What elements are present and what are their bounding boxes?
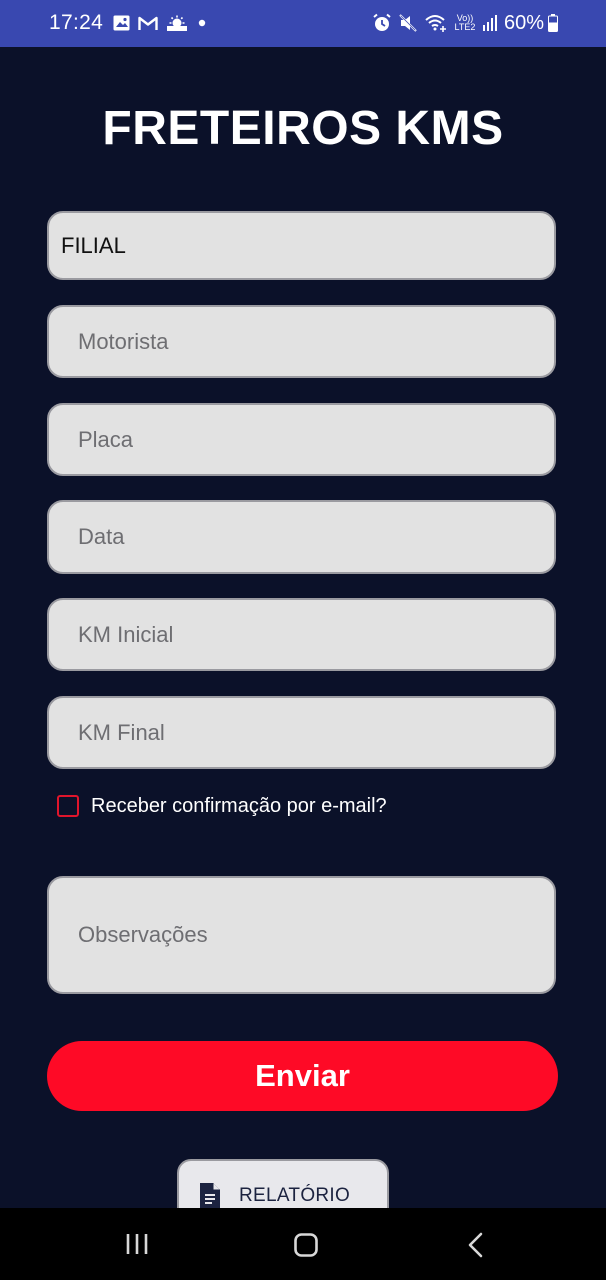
home-icon[interactable] bbox=[293, 1232, 319, 1258]
status-left-icons bbox=[113, 13, 208, 33]
observacoes-textarea[interactable]: Observações bbox=[47, 876, 556, 994]
send-button-label: Enviar bbox=[255, 1058, 350, 1093]
km-final-placeholder: KM Final bbox=[78, 719, 165, 745]
km-inicial-placeholder: KM Inicial bbox=[78, 621, 174, 647]
app-title: FRETEIROS KMS bbox=[102, 102, 504, 155]
km-final-input[interactable]: KM Final bbox=[47, 696, 556, 769]
observacoes-placeholder: Observações bbox=[78, 922, 208, 947]
battery-icon bbox=[548, 14, 558, 32]
placa-placeholder: Placa bbox=[78, 426, 134, 452]
filial-value: FILIAL bbox=[61, 232, 126, 258]
status-bar: 17:24 Vo)) LTE2 60% bbox=[0, 0, 606, 47]
email-confirm-checkbox[interactable] bbox=[57, 795, 79, 817]
status-right-icons: Vo)) LTE2 60% bbox=[372, 12, 558, 34]
weather-icon bbox=[167, 15, 187, 31]
data-placeholder: Data bbox=[78, 524, 125, 549]
notification-dot-icon bbox=[198, 19, 206, 27]
volte-icon: Vo)) LTE2 bbox=[454, 13, 476, 32]
battery-percentage: 60% bbox=[503, 11, 544, 34]
status-time: 17:24 bbox=[49, 11, 104, 34]
navigation-bar bbox=[0, 1208, 606, 1280]
filial-select[interactable]: FILIAL bbox=[47, 211, 556, 280]
recent-apps-icon[interactable] bbox=[125, 1232, 149, 1256]
mute-icon bbox=[399, 14, 417, 32]
motorista-placeholder: Motorista bbox=[78, 328, 169, 354]
wifi-calling-icon bbox=[425, 15, 446, 32]
placa-input[interactable]: Placa bbox=[47, 403, 556, 476]
data-input[interactable]: Data bbox=[47, 500, 556, 574]
alarm-icon bbox=[373, 13, 391, 31]
gallery-icon bbox=[113, 15, 130, 31]
email-confirm-label: Receber confirmação por e-mail? bbox=[91, 794, 387, 817]
motorista-input[interactable]: Motorista bbox=[47, 305, 556, 378]
report-button-label: RELATÓRIO bbox=[239, 1185, 351, 1206]
km-inicial-input[interactable]: KM Inicial bbox=[47, 598, 556, 671]
document-icon bbox=[200, 1183, 220, 1209]
signal-icon bbox=[482, 15, 497, 31]
send-button[interactable]: Enviar bbox=[47, 1041, 558, 1111]
gmail-icon bbox=[138, 16, 158, 30]
back-icon[interactable] bbox=[466, 1232, 486, 1258]
email-confirm-row[interactable]: Receber confirmação por e-mail? bbox=[57, 793, 387, 819]
